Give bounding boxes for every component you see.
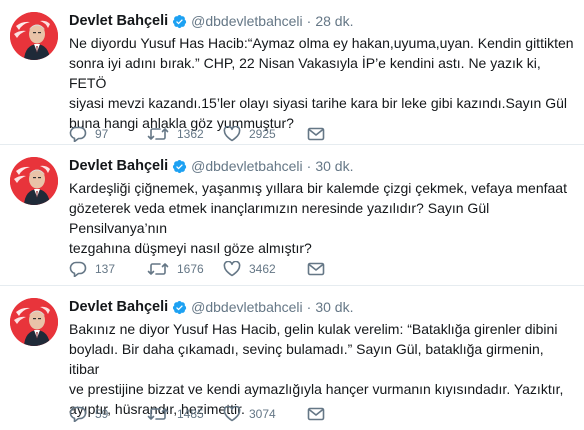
reply-button[interactable]: 137 xyxy=(69,261,147,277)
avatar[interactable] xyxy=(10,12,58,60)
tweet[interactable]: Devlet Bahçeli @dbdevletbahceli · 30 dk.… xyxy=(0,286,584,430)
tweet-header: Devlet Bahçeli @dbdevletbahceli · 28 dk. xyxy=(69,11,574,31)
verified-badge-icon xyxy=(173,14,187,28)
like-count: 3074 xyxy=(249,407,276,421)
retweet-count: 1485 xyxy=(177,407,204,421)
reply-icon xyxy=(69,126,87,142)
author-name[interactable]: Devlet Bahçeli xyxy=(69,13,168,29)
like-count: 2925 xyxy=(249,127,276,141)
direct-message-icon xyxy=(307,127,325,141)
reply-icon xyxy=(69,261,87,277)
heart-icon xyxy=(223,261,241,277)
like-button[interactable]: 3074 xyxy=(223,406,307,422)
tweet[interactable]: Devlet Bahçeli @dbdevletbahceli · 28 dk.… xyxy=(0,0,584,145)
header-separator: · xyxy=(306,13,312,29)
author-handle[interactable]: @dbdevletbahceli xyxy=(191,158,303,174)
author-name[interactable]: Devlet Bahçeli xyxy=(69,158,168,174)
heart-icon xyxy=(223,406,241,422)
tweet-timestamp[interactable]: 28 dk. xyxy=(315,13,353,29)
retweet-button[interactable]: 1362 xyxy=(147,126,223,142)
verified-badge-icon xyxy=(173,300,187,314)
tweet-header: Devlet Bahçeli @dbdevletbahceli · 30 dk. xyxy=(69,297,574,317)
retweet-count: 1362 xyxy=(177,127,204,141)
reply-button[interactable]: 97 xyxy=(69,126,147,142)
retweet-button[interactable]: 1485 xyxy=(147,406,223,422)
like-button[interactable]: 2925 xyxy=(223,126,307,142)
reply-button[interactable]: 59 xyxy=(69,406,147,422)
tweet-actions: 97 1362 2925 xyxy=(69,124,325,144)
heart-icon xyxy=(223,126,241,142)
tweet-text: Ne diyordu Yusuf Has Hacib:“Aymaz olma e… xyxy=(69,35,574,131)
author-handle[interactable]: @dbdevletbahceli xyxy=(191,299,303,315)
direct-message-icon xyxy=(307,407,325,421)
reply-icon xyxy=(69,406,87,422)
like-count: 3462 xyxy=(249,262,276,276)
tweet[interactable]: Devlet Bahçeli @dbdevletbahceli · 30 dk.… xyxy=(0,145,584,286)
retweet-icon xyxy=(147,408,169,420)
direct-message-button[interactable] xyxy=(307,262,325,276)
direct-message-button[interactable] xyxy=(307,127,325,141)
reply-count: 97 xyxy=(95,127,109,141)
avatar[interactable] xyxy=(10,298,58,346)
tweet-actions: 137 1676 3462 xyxy=(69,259,325,279)
tweet-header: Devlet Bahçeli @dbdevletbahceli · 30 dk. xyxy=(69,156,574,176)
tweet-timestamp[interactable]: 30 dk. xyxy=(315,158,353,174)
tweet-actions: 59 1485 3074 xyxy=(69,404,325,424)
reply-count: 59 xyxy=(95,407,109,421)
direct-message-icon xyxy=(307,262,325,276)
direct-message-button[interactable] xyxy=(307,407,325,421)
tweet-text: Kardeşliği çiğnemek, yaşanmış yıllara bi… xyxy=(69,180,567,256)
retweet-button[interactable]: 1676 xyxy=(147,261,223,277)
verified-badge-icon xyxy=(173,159,187,173)
tweet-feed: Devlet Bahçeli @dbdevletbahceli · 28 dk.… xyxy=(0,0,584,430)
header-separator: · xyxy=(306,158,312,174)
author-handle[interactable]: @dbdevletbahceli xyxy=(191,13,303,29)
header-separator: · xyxy=(306,299,312,315)
reply-count: 137 xyxy=(95,262,116,276)
author-name[interactable]: Devlet Bahçeli xyxy=(69,299,168,315)
tweet-timestamp[interactable]: 30 dk. xyxy=(315,299,353,315)
avatar[interactable] xyxy=(10,157,58,205)
retweet-count: 1676 xyxy=(177,262,204,276)
retweet-icon xyxy=(147,128,169,140)
like-button[interactable]: 3462 xyxy=(223,261,307,277)
retweet-icon xyxy=(147,263,169,275)
